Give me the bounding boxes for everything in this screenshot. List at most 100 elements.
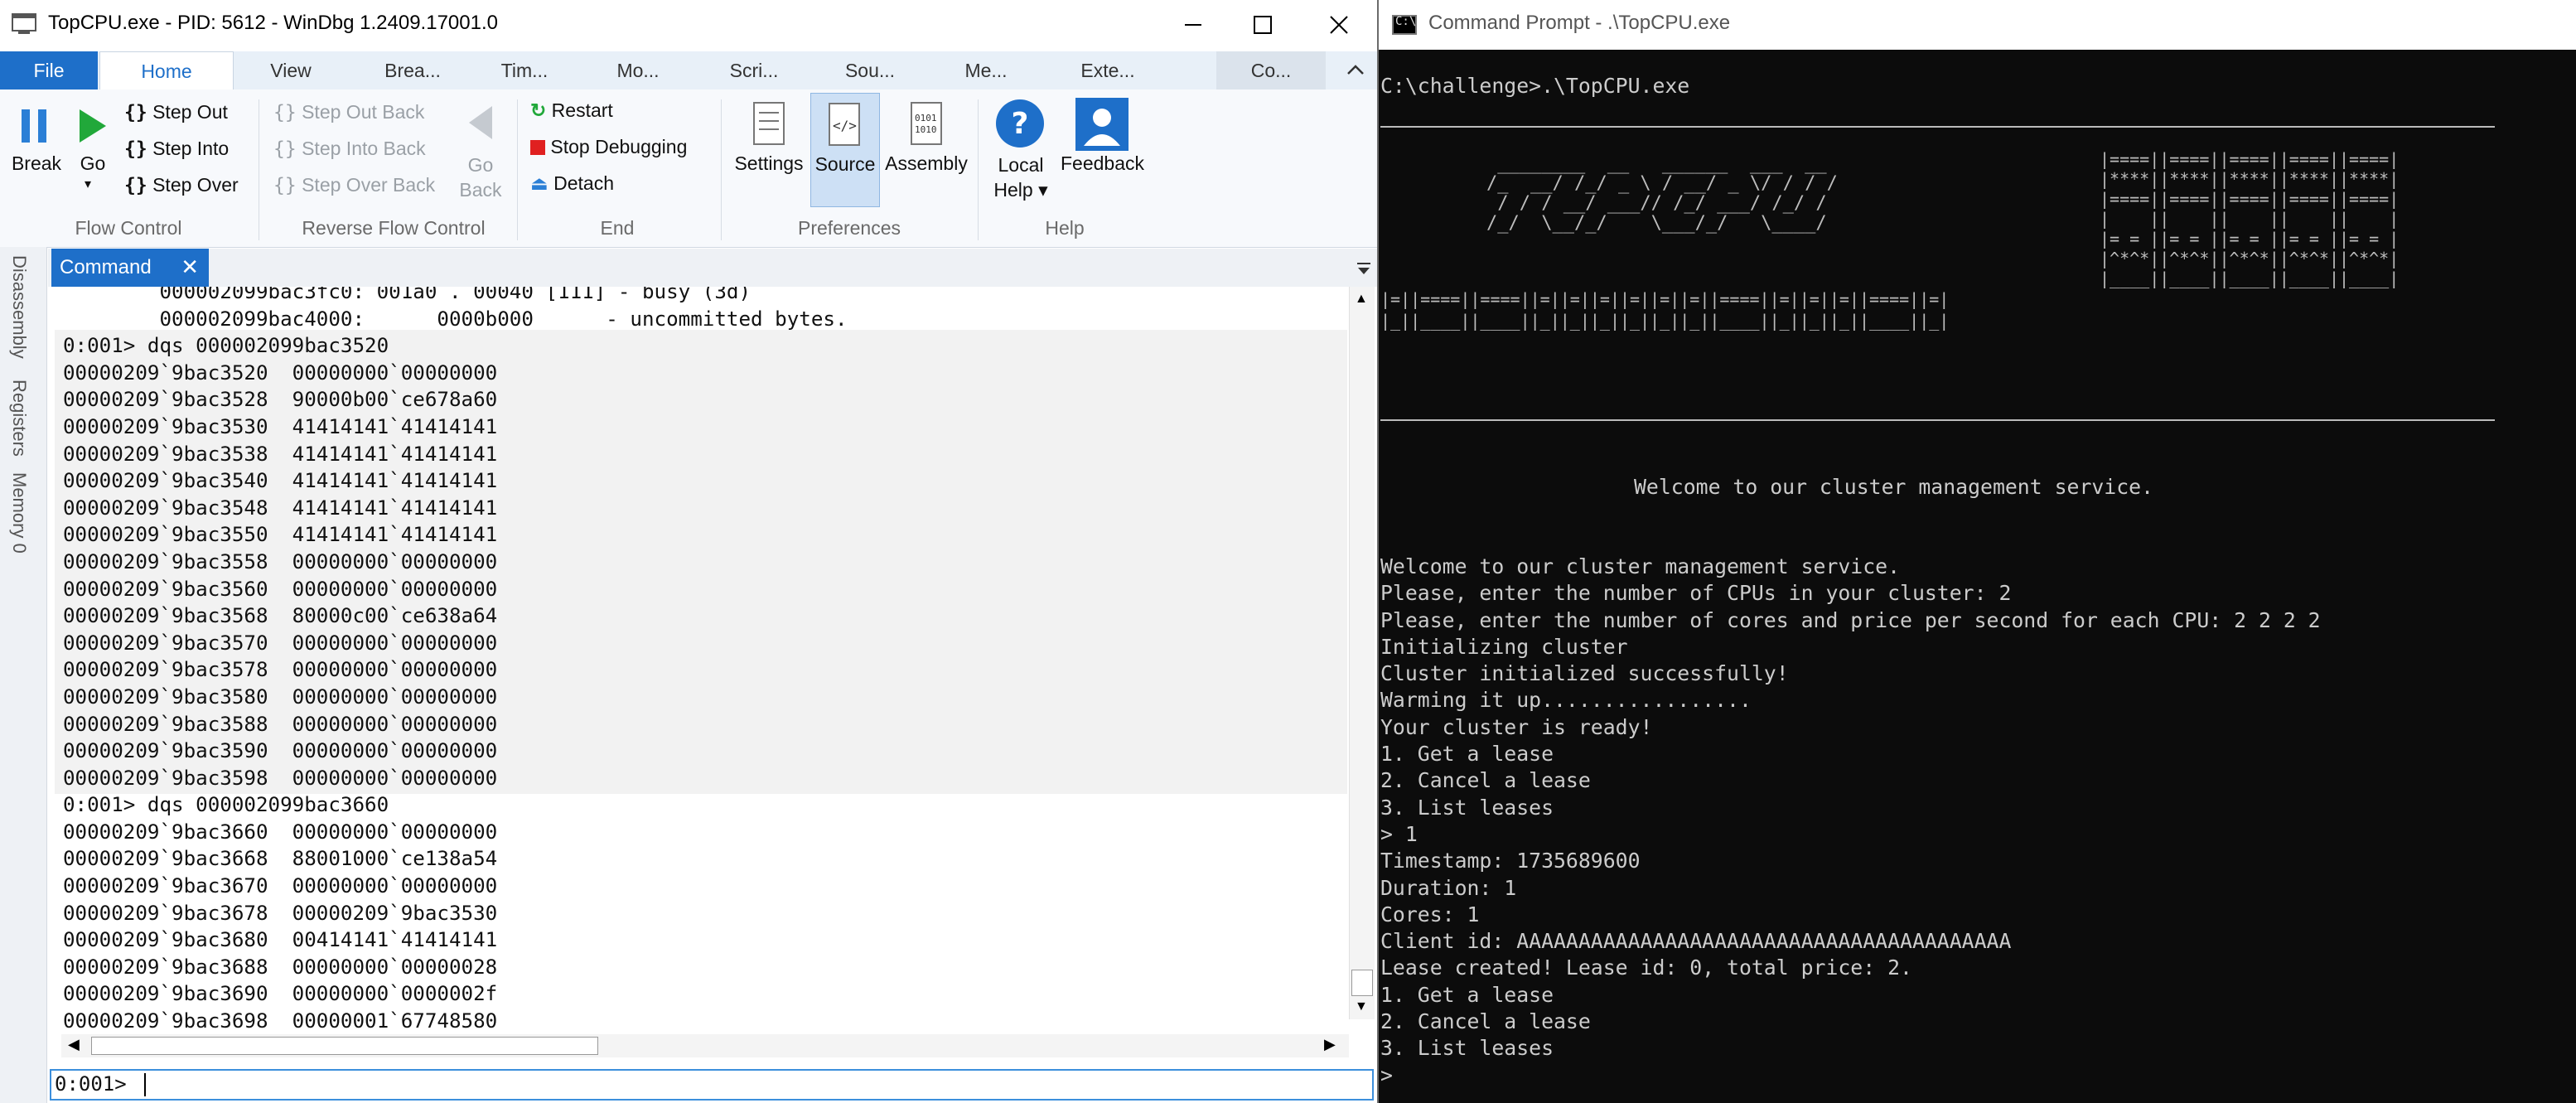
output-line: 00000209`9bac3530 41414141`41414141	[63, 414, 498, 438]
go-dropdown-icon[interactable]: ▾	[85, 176, 91, 192]
scroll-right-icon[interactable]: ▶	[1324, 1036, 1336, 1053]
close-icon	[1330, 16, 1348, 34]
output-line: 00000209`9bac3578 00000000`00000000	[63, 658, 498, 682]
output-line: 00000209`9bac3690 00000000`0000002f	[63, 982, 498, 1006]
console-line: Duration: 1	[1380, 875, 1517, 900]
console-line: Timestamp: 1735689600	[1380, 849, 1641, 873]
tab-command[interactable]: Co...	[1216, 51, 1326, 89]
scrollbar-thumb[interactable]	[91, 1037, 598, 1055]
ribbon-separator	[517, 99, 518, 240]
tab-source[interactable]: Sou...	[829, 51, 911, 89]
break-label: Break	[11, 152, 62, 174]
assembly-icon: 0101 1010	[911, 102, 942, 145]
go-back-label: Go Back	[459, 154, 502, 201]
scroll-up-icon[interactable]: ▲	[1355, 292, 1368, 307]
tab-model[interactable]: Mo...	[597, 51, 679, 89]
pause-icon	[22, 109, 46, 143]
tab-scripting[interactable]: Scri...	[713, 51, 795, 89]
svg-text:</>: </>	[833, 118, 857, 133]
group-preferences: Preferences	[797, 217, 901, 239]
step-out-back-button[interactable]: {} Step Out Back	[273, 101, 424, 123]
feedback-label: Feedback	[1061, 152, 1145, 174]
console-line: Cluster initialized successfully!	[1380, 661, 1789, 686]
step-into-back-button[interactable]: {} Step Into Back	[273, 138, 426, 160]
ribbon-separator	[978, 99, 979, 240]
restart-label: Restart	[551, 99, 613, 121]
step-over-button[interactable]: {} Step Over	[124, 174, 239, 196]
output-line: 00000209`9bac3570 00000000`00000000	[63, 631, 498, 655]
step-into-icon: {}	[124, 138, 147, 160]
output-line: 00000209`9bac3698 00000001`67748580	[63, 1009, 498, 1033]
go-back-icon	[469, 106, 492, 139]
command-input[interactable]	[50, 1069, 1374, 1101]
svg-text:0101: 0101	[915, 113, 937, 123]
step-into-button[interactable]: {} Step Into	[124, 138, 229, 160]
scroll-down-icon[interactable]: ▼	[1355, 999, 1368, 1014]
tab-extensions[interactable]: Exte...	[1062, 51, 1153, 89]
minimize-button[interactable]	[1155, 0, 1231, 50]
scroll-left-icon[interactable]: ◀	[68, 1036, 80, 1053]
local-help-label: Local Help ▾	[993, 154, 1048, 201]
group-flow-control: Flow Control	[75, 217, 182, 239]
tab-view[interactable]: View	[245, 51, 336, 89]
side-tab-memory[interactable]: Memory 0	[8, 472, 30, 554]
console-line: 3. List leases	[1380, 795, 1554, 820]
tab-home[interactable]: Home	[99, 51, 234, 90]
output-line: 00000209`9bac3558 00000000`00000000	[63, 549, 498, 573]
console-line: Client id: AAAAAAAAAAAAAAAAAAAAAAAAAAAAA…	[1380, 929, 2012, 954]
console-line: > 1	[1380, 821, 1418, 846]
close-tab-icon[interactable]: ✕	[181, 254, 199, 280]
console-line: >	[1380, 1062, 1393, 1087]
tab-breakpoints[interactable]: Brea...	[365, 51, 461, 89]
side-tab-registers[interactable]: Registers	[8, 380, 30, 457]
help-icon: ?	[996, 99, 1044, 148]
assembly-label: Assembly	[885, 152, 968, 174]
step-over-back-label: Step Over Back	[302, 174, 436, 196]
output-line: 000002099bac3fc0: 001a0 . 00040 [111] - …	[63, 287, 752, 303]
restart-button[interactable]: ↻ Restart	[530, 99, 613, 122]
output-line: 0:001> dqs 000002099bac3520	[63, 334, 389, 358]
console-line: Your cluster is ready!	[1380, 714, 1653, 739]
source-button[interactable]: </> Source	[810, 93, 880, 207]
maximize-button[interactable]	[1225, 0, 1301, 50]
output-line: 00000209`9bac3548 41414141`41414141	[63, 496, 498, 520]
step-out-label: Step Out	[152, 101, 228, 123]
side-tab-strip: Disassembly Registers Memory 0	[0, 247, 47, 1103]
output-horizontal-scrollbar[interactable]: ◀ ▶	[61, 1034, 1349, 1057]
output-line: 00000209`9bac3528 90000b00`ce678a60	[63, 388, 498, 412]
stop-debugging-label: Stop Debugging	[550, 136, 688, 157]
banner-rule-bottom	[1380, 419, 2495, 421]
tab-file[interactable]: File	[0, 51, 98, 89]
scrollbar-thumb[interactable]	[1351, 970, 1373, 996]
output-line: 00000209`9bac3538 41414141`41414141	[63, 442, 498, 466]
output-line: 00000209`9bac3688 00000000`00000028	[63, 955, 498, 979]
play-icon	[80, 109, 106, 143]
command-tab[interactable]: Command ✕	[51, 249, 209, 287]
step-over-icon: {}	[124, 175, 147, 196]
step-out-back-label: Step Out Back	[302, 101, 425, 123]
svg-text:?: ?	[1012, 107, 1029, 141]
detach-button[interactable]: ⏏ Detach	[530, 172, 614, 195]
output-vertical-scrollbar[interactable]: ▲ ▼	[1349, 287, 1375, 1019]
output-lines: 000002099bac3fc0: 001a0 . 00040 [111] - …	[63, 287, 848, 1035]
ribbon: Break Go ▾ {} Step Out {} Step Into {} S…	[0, 89, 1377, 248]
side-tab-disassembly[interactable]: Disassembly	[8, 255, 30, 359]
console-line: Warming it up.................	[1380, 688, 1752, 713]
windbg-app-icon	[12, 13, 36, 34]
topcpu-logo-art: ________ __ ______ ___ __ /_ __/ /_/ _ \…	[1486, 153, 1838, 234]
output-line: 00000209`9bac3660 00000000`00000000	[63, 820, 498, 844]
stop-debugging-button[interactable]: Stop Debugging	[530, 136, 687, 158]
maximize-icon	[1254, 16, 1272, 34]
output-line: 00000209`9bac3588 00000000`00000000	[63, 712, 498, 736]
close-button[interactable]	[1301, 0, 1377, 50]
tab-memory[interactable]: Me...	[945, 51, 1027, 89]
step-over-back-button[interactable]: {} Step Over Back	[273, 174, 435, 196]
windbg-titlebar: TopCPU.exe - PID: 5612 - WinDbg 1.2409.1…	[0, 0, 1377, 50]
step-out-button[interactable]: {} Step Out	[124, 101, 228, 123]
collapse-ribbon-icon[interactable]	[1346, 61, 1365, 78]
tab-time-travel[interactable]: Tim...	[481, 51, 568, 89]
command-output[interactable]: 000002099bac3fc0: 001a0 . 00040 [111] - …	[55, 287, 1347, 1036]
pane-menu-icon[interactable]	[1356, 260, 1372, 277]
console-title: Command Prompt - .\TopCPU.exe	[1428, 12, 1731, 34]
banner-rule-top	[1380, 126, 2495, 128]
